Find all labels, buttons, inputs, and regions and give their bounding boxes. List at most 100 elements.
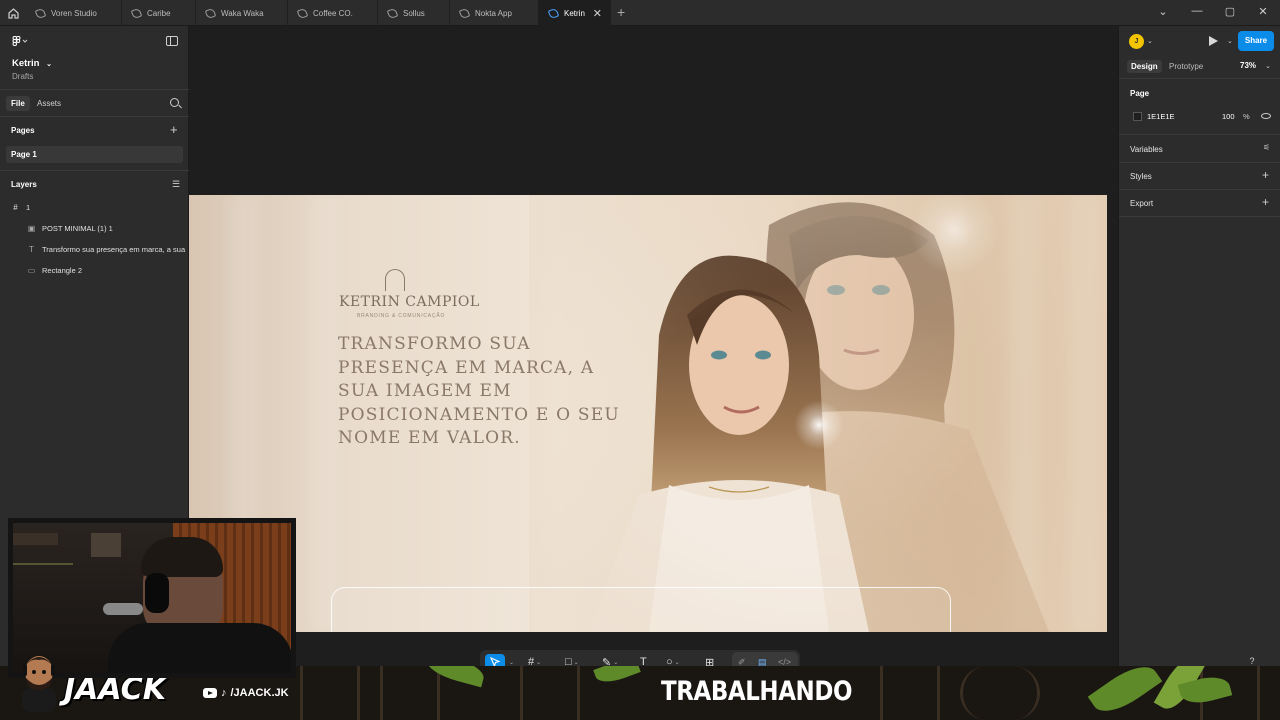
pages-heading: Pages [11, 126, 35, 135]
tab-nokta-app[interactable]: Nokta App [450, 0, 539, 26]
tab-waka-waka[interactable]: Waka Waka [196, 0, 288, 26]
rectangle-2 [331, 587, 951, 632]
avatar[interactable]: J [1129, 34, 1144, 49]
layer-item[interactable]: #1 [11, 203, 30, 212]
text-icon: T [29, 245, 34, 254]
page-heading: Page [1130, 89, 1150, 98]
chevron-down-icon[interactable]: ⌄ [1227, 37, 1233, 45]
decor-panel [520, 666, 580, 720]
chevron-down-icon[interactable]: ⌄ [1147, 37, 1153, 45]
layer-item[interactable]: T Transformo sua presença em marca, a sua [27, 245, 189, 254]
eye-icon[interactable] [1261, 113, 1271, 119]
chevron-down-icon: ⌄ [46, 61, 52, 68]
zoom-level[interactable]: 73% [1240, 61, 1256, 70]
image-icon: ▣ [27, 224, 36, 233]
light-glow [794, 400, 844, 450]
webcam-object [103, 603, 143, 615]
streamer-avatar [22, 656, 56, 712]
webcam-book [91, 533, 121, 557]
home-icon [7, 7, 19, 19]
percent-symbol: % [1243, 112, 1250, 121]
page-color-swatch[interactable] [1133, 112, 1142, 121]
divider [0, 89, 189, 90]
layer-item[interactable]: ▭ Rectangle 2 [27, 266, 82, 275]
tab-bar: Voren Studio Caribe Waka Waka Coffee CO.… [0, 0, 1280, 26]
tab-voren-studio[interactable]: Voren Studio [26, 0, 122, 26]
share-button[interactable]: Share [1238, 31, 1274, 51]
decor-panel [380, 666, 440, 720]
layer-list-icon[interactable]: ☰ [172, 179, 180, 190]
divider [1119, 134, 1280, 135]
tab-caribe[interactable]: Caribe [122, 0, 196, 26]
divider [1119, 189, 1280, 190]
chevron-down-icon[interactable]: ⌄ [1265, 62, 1271, 70]
sidebar-toggle-icon[interactable] [166, 36, 178, 46]
decor-panel [880, 666, 940, 720]
export-heading[interactable]: Export [1130, 199, 1153, 208]
leaf-decoration [1087, 666, 1163, 720]
logo-arch-icon [385, 269, 405, 291]
variables-adjust-icon[interactable]: ⚟ [1263, 143, 1270, 152]
chevron-down-icon: ⌄ [536, 659, 542, 666]
styles-heading[interactable]: Styles [1130, 172, 1152, 181]
decor-panel [960, 666, 1040, 720]
youtube-icon [203, 688, 217, 698]
tab-coffee-co[interactable]: Coffee CO. [288, 0, 378, 26]
figma-file-icon [204, 7, 217, 19]
chevron-down-icon: ⌄ [573, 659, 579, 666]
design-frame[interactable]: KETRIN CAMPIOL BRANDING & COMUNICAÇÃO Tr… [189, 195, 1107, 632]
tab-design[interactable]: Design [1127, 60, 1162, 73]
page-color-hex[interactable]: 1E1E1E [1147, 112, 1175, 121]
present-play-icon[interactable] [1209, 36, 1218, 46]
figma-menu-button[interactable] [12, 36, 28, 49]
right-panel: J ⌄ ⌄ Share Design Prototype 73% ⌄ Page … [1118, 26, 1280, 666]
headphones-icon [145, 573, 169, 613]
figma-file-icon [547, 7, 560, 19]
figma-file-icon [34, 7, 47, 19]
tab-file[interactable]: File [6, 96, 30, 111]
add-export-icon[interactable]: + [1262, 195, 1269, 209]
stream-status: TRABALHANDO [661, 676, 853, 707]
window-close-icon[interactable]: ✕ [1255, 5, 1271, 18]
maximize-icon[interactable]: ▢ [1222, 5, 1238, 18]
page-opacity[interactable]: 100 [1222, 112, 1235, 121]
add-style-icon[interactable]: + [1262, 168, 1269, 182]
home-button[interactable] [0, 0, 26, 26]
chevron-down-icon: ⌄ [613, 659, 619, 666]
tab-prototype[interactable]: Prototype [1165, 60, 1207, 73]
webcam-shelf [13, 533, 58, 545]
close-tab-icon[interactable]: ✕ [593, 7, 602, 20]
rectangle-icon: ▭ [27, 266, 36, 275]
leaf-decoration [593, 666, 641, 687]
file-location: Drafts [12, 72, 34, 81]
design-logo-subtitle: BRANDING & COMUNICAÇÃO [357, 313, 446, 319]
minimize-icon[interactable]: — [1189, 5, 1205, 17]
figma-file-icon [386, 7, 399, 19]
divider [1119, 162, 1280, 163]
decor-panel [300, 666, 360, 720]
frame-icon: # [13, 203, 18, 212]
design-headline: Transformo sua presença em marca, a sua … [338, 334, 620, 448]
webcam-shelf [13, 563, 73, 565]
file-name[interactable]: Ketrin ⌄ [12, 58, 52, 69]
new-tab-button[interactable]: + [617, 4, 625, 20]
figma-logo-icon [12, 36, 28, 46]
divider [0, 170, 189, 171]
add-page-icon[interactable]: + [170, 122, 178, 137]
tabs-menu-chevron-icon[interactable]: ⌄ [1155, 5, 1171, 18]
search-icon[interactable] [170, 98, 179, 107]
divider [1119, 78, 1280, 79]
divider [1119, 216, 1280, 217]
tab-ketrin[interactable]: Ketrin ✕ [539, 0, 611, 26]
tab-assets[interactable]: Assets [32, 96, 66, 111]
page-item[interactable]: Page 1 [6, 146, 183, 163]
figma-file-icon [458, 7, 471, 19]
tab-sollus[interactable]: Sollus [378, 0, 450, 26]
webcam-person-body [108, 623, 291, 673]
variables-heading[interactable]: Variables [1130, 145, 1163, 154]
design-logo: KETRIN CAMPIOL [339, 294, 480, 310]
layer-item[interactable]: ▣ POST MINIMAL (1) 1 [27, 224, 113, 233]
figma-file-icon [130, 7, 143, 19]
chevron-down-icon: ⌄ [674, 659, 680, 666]
figma-file-icon [296, 7, 309, 19]
